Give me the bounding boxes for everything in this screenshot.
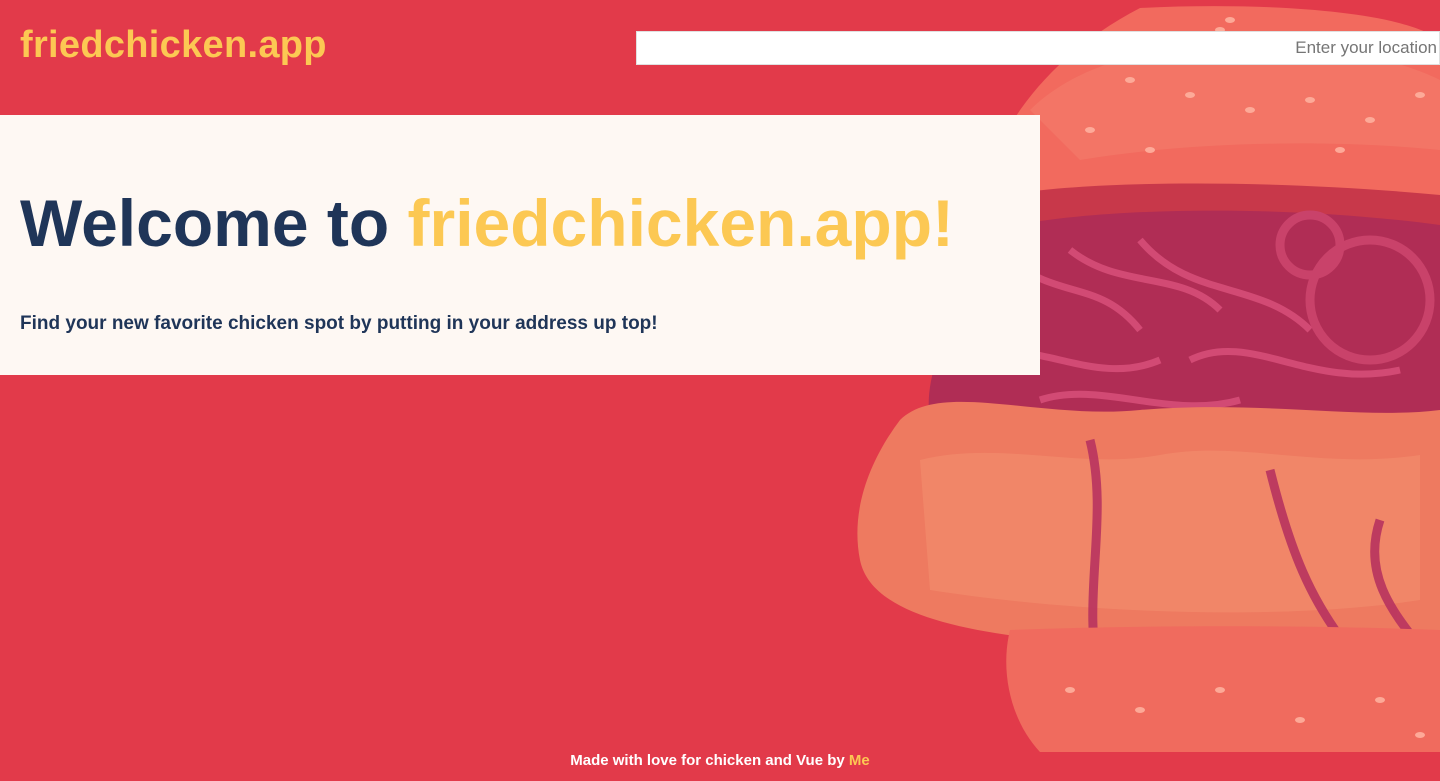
footer-text: Made with love for chicken and Vue by [570,752,845,769]
location-search-input[interactable] [636,31,1440,65]
welcome-subtitle: Find your new favorite chicken spot by p… [20,313,658,334]
chicken-sandwich-image [857,6,1440,752]
footer: Made with love for chicken and Vue by Me [0,752,1440,769]
brand-logo-link[interactable]: friedchicken.app [20,24,327,67]
welcome-heading-brand: friedchicken.app! [407,186,954,260]
page: friedchicken.app Welcome to friedchicken… [0,0,1440,781]
welcome-panel: Welcome to friedchicken.app! Find your n… [0,115,1040,375]
welcome-heading-prefix: Welcome to [20,186,390,260]
welcome-heading: Welcome to friedchicken.app! [20,187,954,260]
footer-author-link[interactable]: Me [849,752,870,769]
